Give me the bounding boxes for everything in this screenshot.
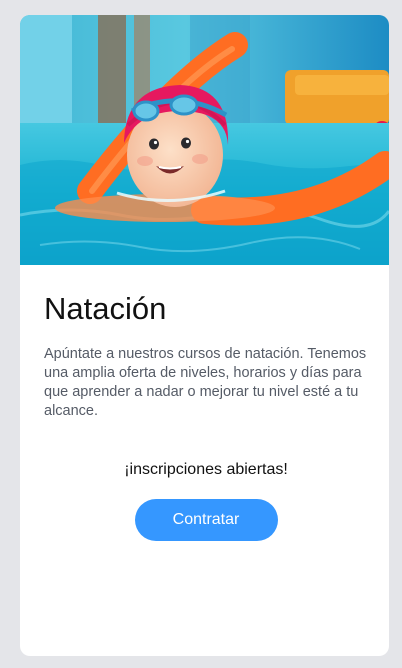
course-card: Natación Apúntate a nuestros cursos de n… xyxy=(20,15,389,656)
course-description: Apúntate a nuestros cursos de natación. … xyxy=(44,346,367,419)
enrollment-status: ¡inscripciones abiertas! xyxy=(124,461,288,478)
card-content: Natación Apúntate a nuestros cursos de n… xyxy=(44,285,368,541)
swimming-child-photo xyxy=(20,15,389,265)
contratar-button[interactable]: Contratar xyxy=(134,499,278,541)
course-title: Natación xyxy=(44,291,167,326)
